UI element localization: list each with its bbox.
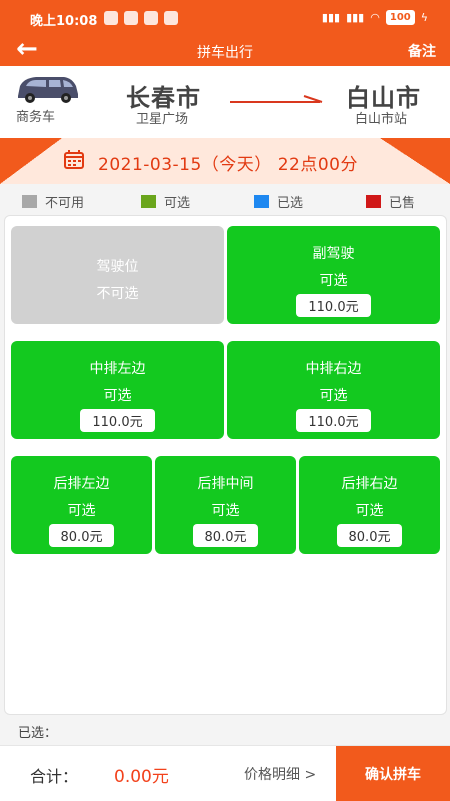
legend-label: 不可用	[45, 196, 85, 211]
seat-price: 110.0元	[296, 409, 371, 432]
page-title: 拼车出行	[197, 45, 253, 61]
seat-name: 副驾驶	[312, 246, 355, 262]
seat-price: 80.0元	[48, 524, 115, 547]
price-detail-link[interactable]: 价格明细 >	[244, 764, 316, 784]
legend-sold: 已售	[366, 192, 415, 211]
checkout-bar: 合计： 0.00元 价格明细 > 确认拼车	[0, 745, 450, 801]
notification-icon	[144, 11, 158, 25]
legend-swatch	[141, 195, 156, 208]
legend-available: 可选	[141, 192, 190, 211]
seat-price: 110.0元	[296, 294, 371, 317]
seat-back-middle[interactable]: 后排中间 可选 80.0元	[155, 456, 296, 554]
seat-legend: 不可用 可选 已选 已售	[0, 184, 450, 214]
legend-label: 已选	[277, 196, 304, 211]
seat-price: 80.0元	[192, 524, 259, 547]
departure-time-banner: 2021-03-15（今天） 22点00分	[0, 138, 450, 184]
notification-icon	[164, 11, 178, 25]
banner-corner-left	[0, 138, 62, 184]
van-icon	[18, 77, 78, 103]
total-label: 合计：	[30, 767, 79, 786]
legend-selected: 已选	[254, 192, 303, 211]
status-bar: 晚上10:08 ▮▮▮ ▮▮▮ ◠ 100 ϟ	[0, 0, 450, 36]
destination-station: 白山市站	[355, 112, 408, 127]
seat-status: 不可选	[96, 286, 139, 302]
seat-name: 驾驶位	[96, 259, 139, 275]
seat-middle-right[interactable]: 中排右边 可选 110.0元	[227, 341, 440, 439]
legend-label: 可选	[164, 196, 191, 211]
seat-status: 可选	[67, 503, 96, 519]
seat-status: 可选	[211, 503, 240, 519]
legend-label: 已售	[389, 196, 416, 211]
legend-swatch	[366, 195, 381, 208]
signal-icon: ▮▮▮	[321, 11, 341, 24]
seat-map: 驾驶位 不可选 副驾驶 可选 110.0元 中排左边 可选 110.0元 中排右…	[4, 215, 447, 715]
seat-name: 后排中间	[197, 476, 254, 492]
seat-status: 可选	[103, 388, 132, 404]
seat-name: 后排左边	[53, 476, 110, 492]
confirm-carpool-button[interactable]: 确认拼车	[336, 746, 450, 801]
origin-station: 卫星广场	[136, 112, 189, 127]
status-time: 晚上10:08	[30, 14, 98, 29]
banner-corner-right	[380, 138, 450, 184]
notification-icons	[104, 11, 178, 25]
seat-back-left[interactable]: 后排左边 可选 80.0元	[11, 456, 152, 554]
charging-icon: ϟ	[420, 11, 428, 24]
signal-icon: ▮▮▮	[346, 11, 365, 24]
legend-swatch	[22, 195, 37, 208]
vehicle-type-label: 商务车	[16, 110, 56, 125]
wifi-icon: ◠	[370, 11, 380, 24]
seat-name: 中排右边	[305, 361, 362, 377]
seat-name: 中排左边	[89, 361, 146, 377]
total-amount: 0.00元	[114, 767, 169, 787]
departure-datetime: 2021-03-15（今天） 22点00分	[98, 155, 358, 175]
note-button[interactable]: 备注	[408, 41, 436, 61]
selected-seats-label: 已选：	[18, 726, 58, 741]
seat-copilot[interactable]: 副驾驶 可选 110.0元	[227, 226, 440, 324]
seat-back-right[interactable]: 后排右边 可选 80.0元	[299, 456, 440, 554]
seat-price: 110.0元	[80, 409, 155, 432]
route-arrow-icon	[230, 95, 323, 103]
seat-status: 可选	[319, 388, 348, 404]
seat-driver: 驾驶位 不可选	[11, 226, 224, 324]
seat-price: 80.0元	[336, 524, 403, 547]
seat-status: 可选	[355, 503, 384, 519]
legend-unavailable: 不可用	[22, 192, 84, 211]
app-header: ← 拼车出行 备注	[0, 34, 450, 66]
notification-icon	[104, 11, 118, 25]
calendar-icon	[64, 150, 84, 169]
status-indicators: ▮▮▮ ▮▮▮ ◠ 100 ϟ	[322, 10, 428, 25]
seat-status: 可选	[319, 273, 348, 289]
notification-icon	[124, 11, 138, 25]
battery-icon: 100	[385, 10, 415, 25]
route-card: 商务车 长春市 卫星广场 白山市 白山市站	[0, 66, 450, 138]
seat-middle-left[interactable]: 中排左边 可选 110.0元	[11, 341, 224, 439]
legend-swatch	[254, 195, 269, 208]
seat-name: 后排右边	[341, 476, 398, 492]
